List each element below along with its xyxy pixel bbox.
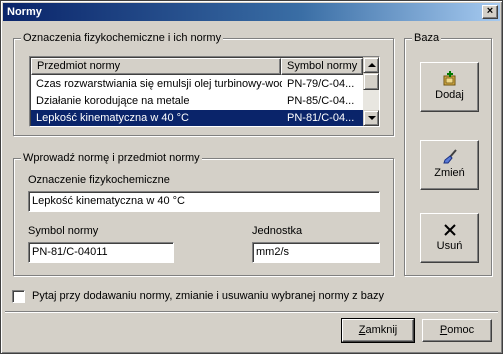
confirm-checkbox[interactable] [12, 290, 25, 303]
title-bar[interactable]: Normy × [3, 3, 500, 21]
scroll-thumb[interactable] [363, 73, 379, 90]
list-item[interactable]: Działanie korodujące na metale PN-85/C-0… [31, 93, 364, 110]
arrow-up-icon [368, 63, 376, 67]
scroll-up-button[interactable] [363, 57, 379, 73]
column-header-symbol[interactable]: Symbol normy [281, 58, 363, 75]
delete-button[interactable]: Usuń [420, 213, 479, 263]
base-group-title: Baza [412, 31, 442, 45]
window-title: Normy [7, 6, 42, 18]
list-item-subject: Działanie korodujące na metale [36, 95, 190, 107]
norms-group-title: Oznaczenia fizykochemiczne i ich normy [21, 31, 224, 45]
norms-list[interactable]: Przedmiot normy Symbol normy Czas rozwar… [29, 56, 380, 127]
unit-label: Jednostka [252, 225, 303, 237]
close-button[interactable]: Zamknij [341, 318, 415, 343]
confirm-checkbox-label[interactable]: Pytaj przy dodawaniu normy, zmianie i us… [32, 289, 384, 303]
normy-dialog: Normy × Oznaczenia fizykochemiczne i ich… [0, 0, 503, 354]
designation-label: Oznaczenie fizykochemiczne [28, 174, 170, 186]
help-button[interactable]: Pomoc [422, 319, 492, 342]
list-item-subject: Lepkość kinematyczna w 40 °C [31, 110, 282, 126]
designation-field[interactable]: Lepkość kinematyczna w 40 °C [28, 191, 380, 212]
column-header-subject[interactable]: Przedmiot normy [31, 58, 281, 75]
close-window-button[interactable]: × [482, 5, 498, 19]
delete-button-label: Usuń [436, 240, 463, 252]
x-delete-icon [443, 224, 456, 236]
close-icon: × [486, 5, 494, 17]
edit-button-label: Zmień [434, 167, 465, 179]
symbol-field[interactable]: PN-81/C-04011 [28, 242, 174, 263]
brush-icon [442, 149, 457, 164]
close-button-label: amknij [365, 324, 398, 336]
help-button-label: omoc [447, 324, 475, 336]
list-item-selected[interactable]: Lepkość kinematyczna w 40 °C PN-81/C-04.… [31, 110, 364, 126]
separator [5, 311, 498, 313]
scroll-down-button[interactable] [363, 110, 379, 126]
list-scrollbar[interactable] [363, 57, 379, 126]
list-item-symbol: PN-85/C-04... [287, 95, 355, 107]
add-button-label: Dodaj [435, 89, 464, 101]
arrow-down-icon [368, 116, 376, 120]
list-item[interactable]: Czas rozwarstwiania się emulsji olej tur… [31, 76, 364, 93]
edit-button[interactable]: Zmień [420, 140, 479, 190]
input-group-title: Wprowadź normę i przedmiot normy [21, 151, 202, 165]
add-button[interactable]: Dodaj [420, 62, 479, 112]
list-item-subject: Czas rozwarstwiania się emulsji olej tur… [36, 78, 282, 90]
list-item-symbol: PN-79/C-04... [287, 78, 355, 90]
add-record-icon [443, 71, 455, 86]
list-item-symbol: PN-81/C-04... [282, 110, 364, 126]
unit-field[interactable]: mm2/s [252, 242, 380, 263]
symbol-label: Symbol normy [28, 225, 99, 237]
